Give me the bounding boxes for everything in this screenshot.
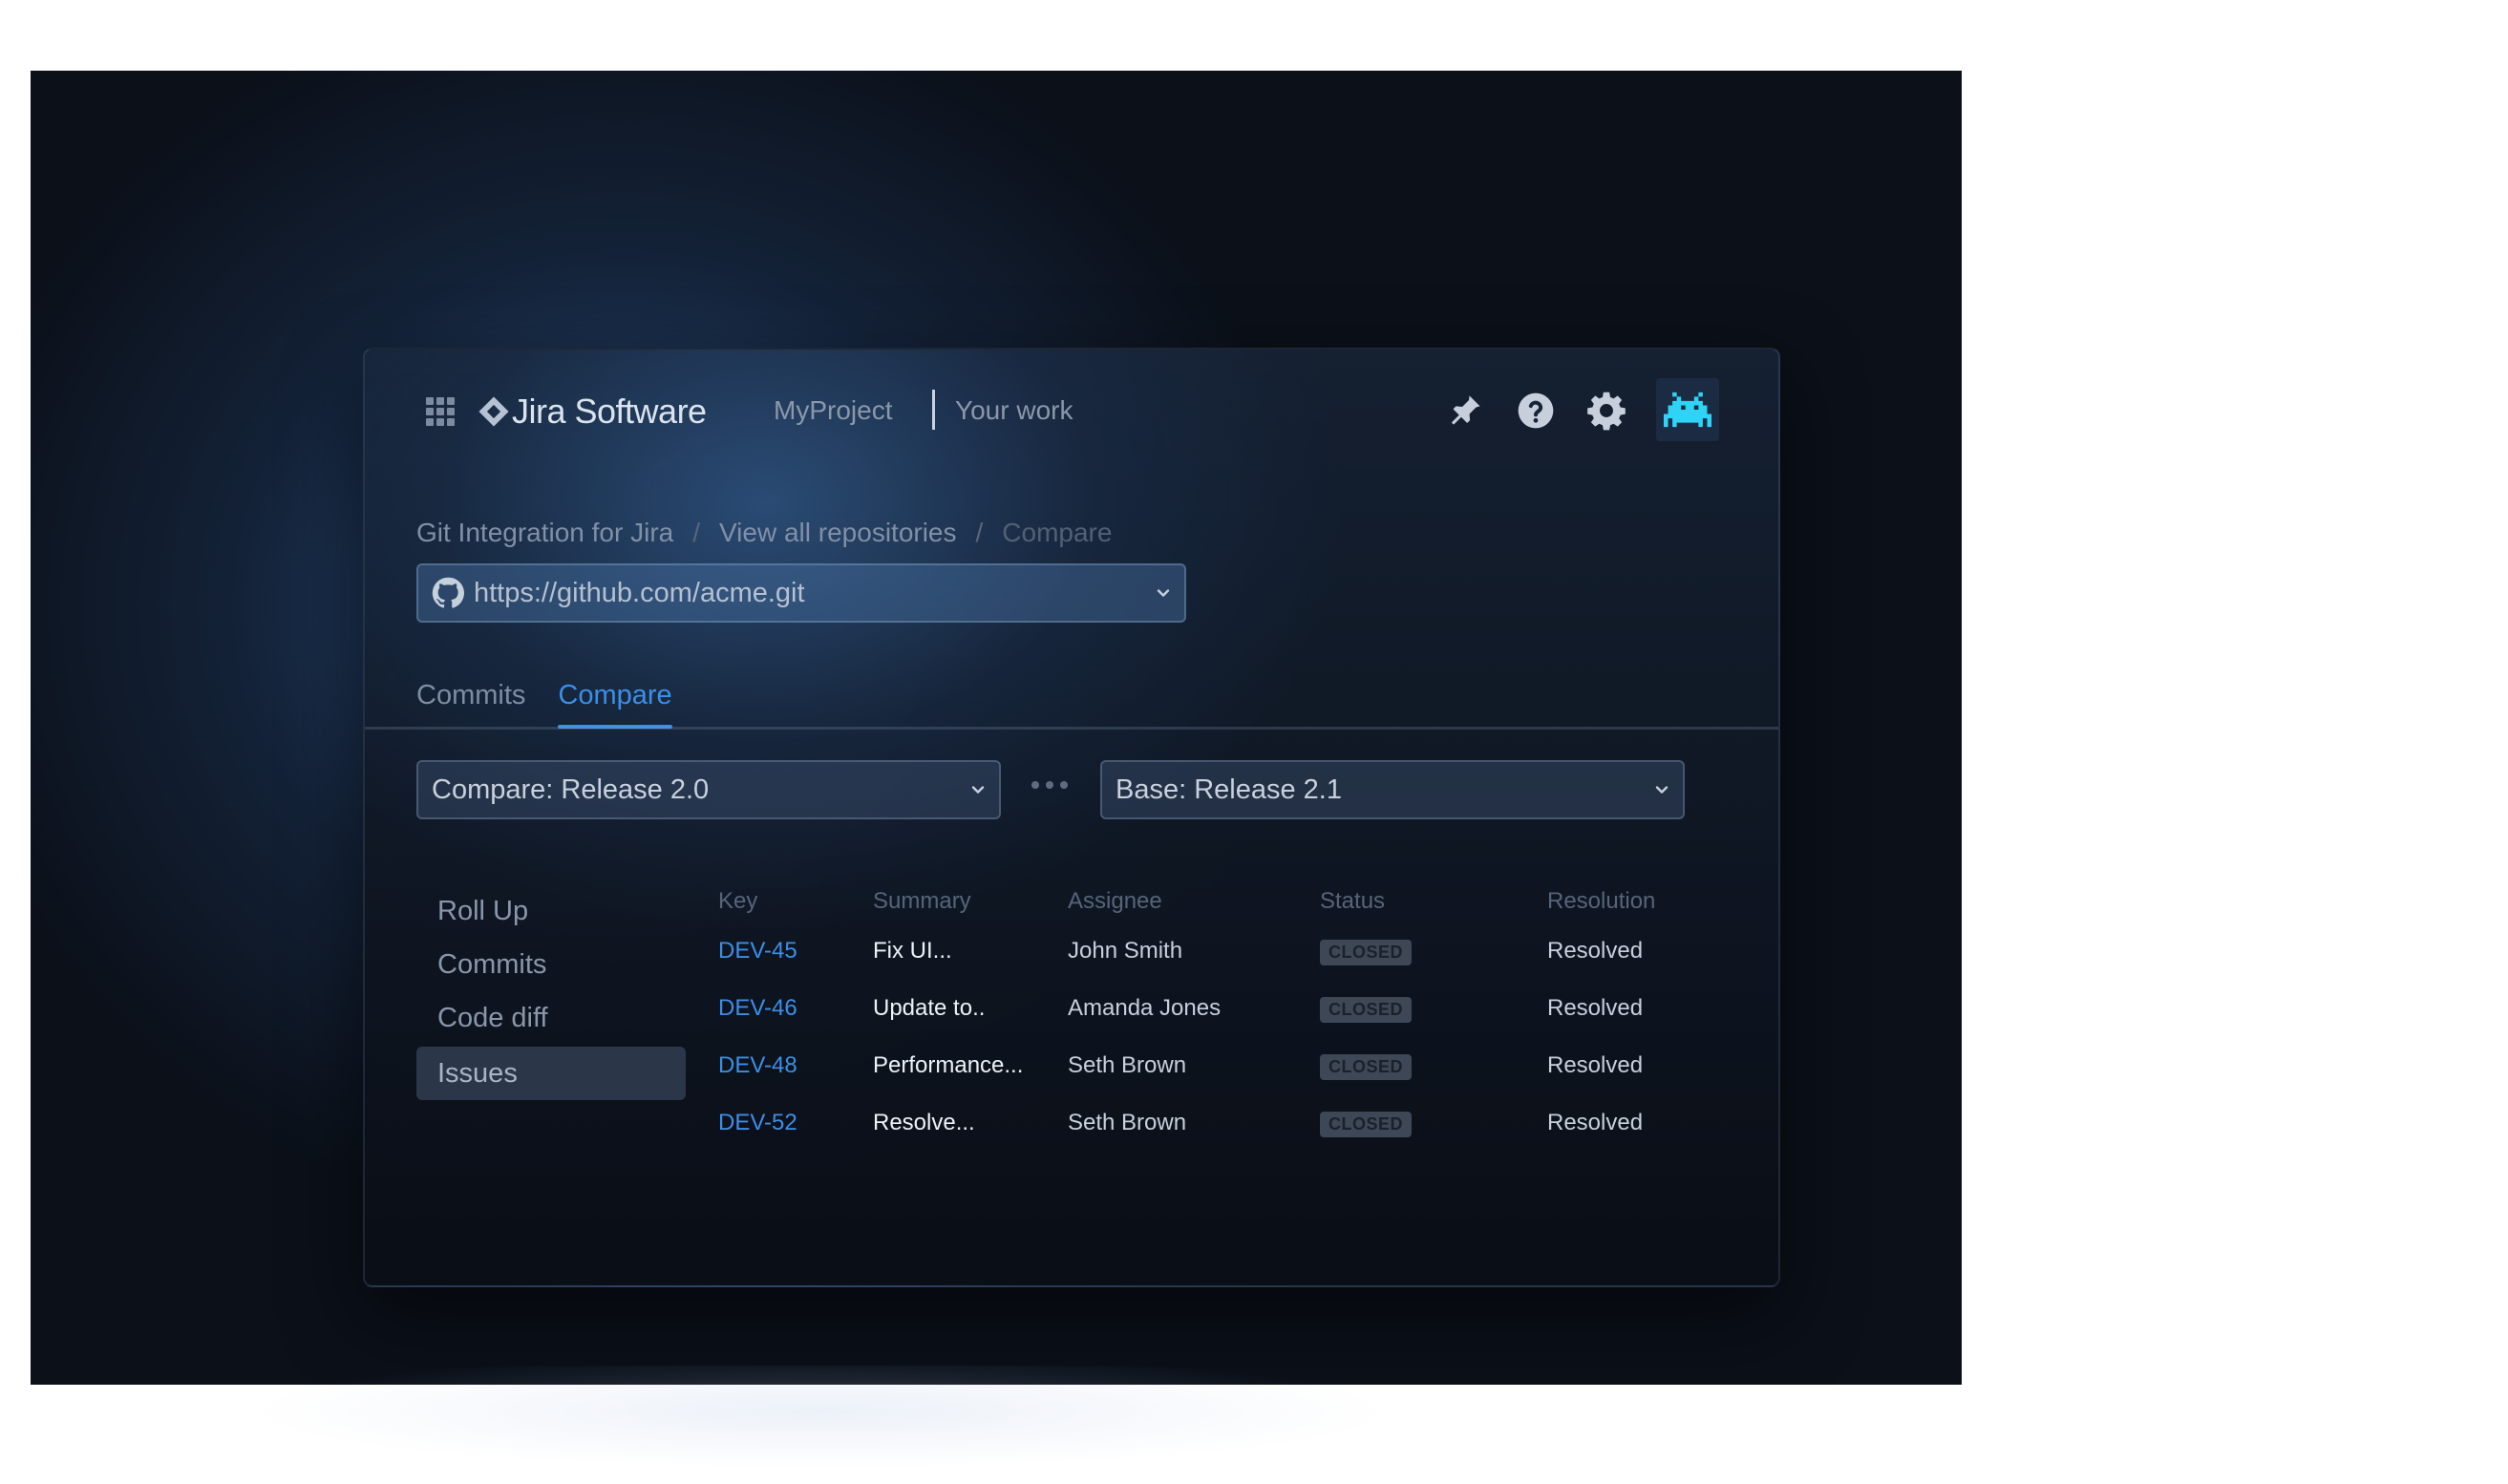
help-icon[interactable] bbox=[1515, 390, 1557, 432]
issue-status-cell: CLOSED bbox=[1320, 1037, 1547, 1094]
bottom-glow bbox=[248, 1366, 1394, 1480]
issue-resolution: Resolved bbox=[1547, 938, 1644, 964]
issue-status-cell: CLOSED bbox=[1320, 980, 1547, 1037]
issue-key[interactable]: DEV-52 bbox=[718, 1094, 873, 1152]
status-badge: CLOSED bbox=[1320, 1111, 1413, 1137]
nav-divider bbox=[932, 390, 935, 430]
avatar[interactable] bbox=[1656, 378, 1719, 441]
issue-key[interactable]: DEV-46 bbox=[718, 980, 873, 1037]
tab-commits[interactable]: Commits bbox=[416, 680, 525, 725]
breadcrumb-item-compare: Compare bbox=[1002, 518, 1113, 547]
tabs-divider bbox=[365, 727, 1778, 730]
column-header-key[interactable]: Key bbox=[718, 880, 873, 922]
issue-resolution: Resolved bbox=[1547, 1110, 1644, 1135]
repository-url: https://github.com/acme.git bbox=[474, 577, 805, 608]
notification-icon[interactable] bbox=[1444, 390, 1486, 432]
breadcrumb-separator: / bbox=[975, 518, 984, 547]
breadcrumb: Git Integration for Jira / View all repo… bbox=[416, 518, 1112, 548]
table-row[interactable]: DEV-52 Resolve... Seth Brown CLOSED Reso… bbox=[718, 1094, 1690, 1152]
column-header-assignee[interactable]: Assignee bbox=[1068, 880, 1320, 922]
issue-status-cell: CLOSED bbox=[1320, 1094, 1547, 1152]
sidebar-item-code-diff[interactable]: Code diff bbox=[416, 991, 686, 1045]
base-branch-select[interactable]: Base: Release 2.1 bbox=[1100, 760, 1685, 819]
column-header-status[interactable]: Status bbox=[1320, 880, 1547, 922]
chevron-down-icon bbox=[1655, 786, 1668, 794]
sidebar-item-roll-up[interactable]: Roll Up bbox=[416, 884, 686, 938]
view-tabs: Commits Compare bbox=[416, 680, 672, 729]
breadcrumb-item-repositories[interactable]: View all repositories bbox=[719, 518, 957, 548]
compare-branch-select[interactable]: Compare: Release 2.0 bbox=[416, 760, 1001, 819]
chevron-down-icon bbox=[1157, 589, 1170, 597]
product-logo[interactable]: Jira Software bbox=[478, 392, 707, 432]
breadcrumb-item-git-integration[interactable]: Git Integration for Jira bbox=[416, 518, 673, 548]
repository-select[interactable]: https://github.com/acme.git bbox=[416, 563, 1186, 623]
tab-compare[interactable]: Compare bbox=[558, 680, 672, 729]
table-row[interactable]: DEV-48 Performance... Seth Brown CLOSED … bbox=[718, 1037, 1690, 1094]
issue-key[interactable]: DEV-48 bbox=[718, 1037, 873, 1094]
status-badge: CLOSED bbox=[1320, 1053, 1413, 1080]
top-navigation: Jira Software MyProject Your work bbox=[365, 350, 1778, 470]
issue-status-cell: CLOSED bbox=[1320, 922, 1547, 980]
jira-logo-icon bbox=[478, 396, 509, 427]
sidebar-item-issues[interactable]: Issues bbox=[416, 1047, 686, 1100]
status-badge: CLOSED bbox=[1320, 996, 1413, 1023]
issue-assignee: Amanda Jones bbox=[1068, 995, 1222, 1021]
issue-summary: Fix UI... bbox=[873, 938, 952, 964]
product-name: Jira Software bbox=[512, 392, 707, 431]
issues-table: Key Summary Assignee Status Resolution D… bbox=[718, 880, 1690, 1152]
app-window: Jira Software MyProject Your work Git In… bbox=[363, 348, 1780, 1287]
compare-sidebar: Roll Up Commits Code diff Issues bbox=[416, 884, 686, 1100]
nav-link-myproject[interactable]: MyProject bbox=[774, 395, 892, 426]
issue-assignee: John Smith bbox=[1068, 938, 1183, 964]
space-invader-icon bbox=[1664, 392, 1711, 428]
issue-resolution: Resolved bbox=[1547, 1052, 1644, 1078]
app-background: Jira Software MyProject Your work Git In… bbox=[31, 71, 1962, 1385]
compare-branch-label: Compare: Release 2.0 bbox=[432, 774, 710, 805]
issue-assignee: Seth Brown bbox=[1068, 1110, 1187, 1135]
github-icon bbox=[432, 577, 464, 608]
settings-icon[interactable] bbox=[1585, 390, 1627, 432]
sidebar-item-commits[interactable]: Commits bbox=[416, 938, 686, 991]
nav-link-your-work[interactable]: Your work bbox=[955, 395, 1073, 426]
issue-key[interactable]: DEV-45 bbox=[718, 922, 873, 980]
column-header-resolution[interactable]: Resolution bbox=[1547, 880, 1690, 922]
column-header-summary[interactable]: Summary bbox=[873, 880, 1068, 922]
chevron-down-icon bbox=[971, 786, 985, 794]
breadcrumb-separator: / bbox=[692, 518, 701, 547]
issue-resolution: Resolved bbox=[1547, 995, 1644, 1021]
table-row[interactable]: DEV-46 Update to.. Amanda Jones CLOSED R… bbox=[718, 980, 1690, 1037]
issue-summary: Resolve... bbox=[873, 1110, 975, 1135]
issue-summary: Performance... bbox=[873, 1052, 1024, 1078]
status-badge: CLOSED bbox=[1320, 939, 1413, 965]
ellipsis-icon bbox=[1031, 781, 1068, 789]
base-branch-label: Base: Release 2.1 bbox=[1116, 774, 1342, 805]
table-header-row: Key Summary Assignee Status Resolution bbox=[718, 880, 1690, 922]
issue-assignee: Seth Brown bbox=[1068, 1052, 1187, 1078]
table-row[interactable]: DEV-45 Fix UI... John Smith CLOSED Resol… bbox=[718, 922, 1690, 980]
issue-summary: Update to.. bbox=[873, 995, 986, 1021]
apps-grid-icon[interactable] bbox=[426, 397, 455, 426]
